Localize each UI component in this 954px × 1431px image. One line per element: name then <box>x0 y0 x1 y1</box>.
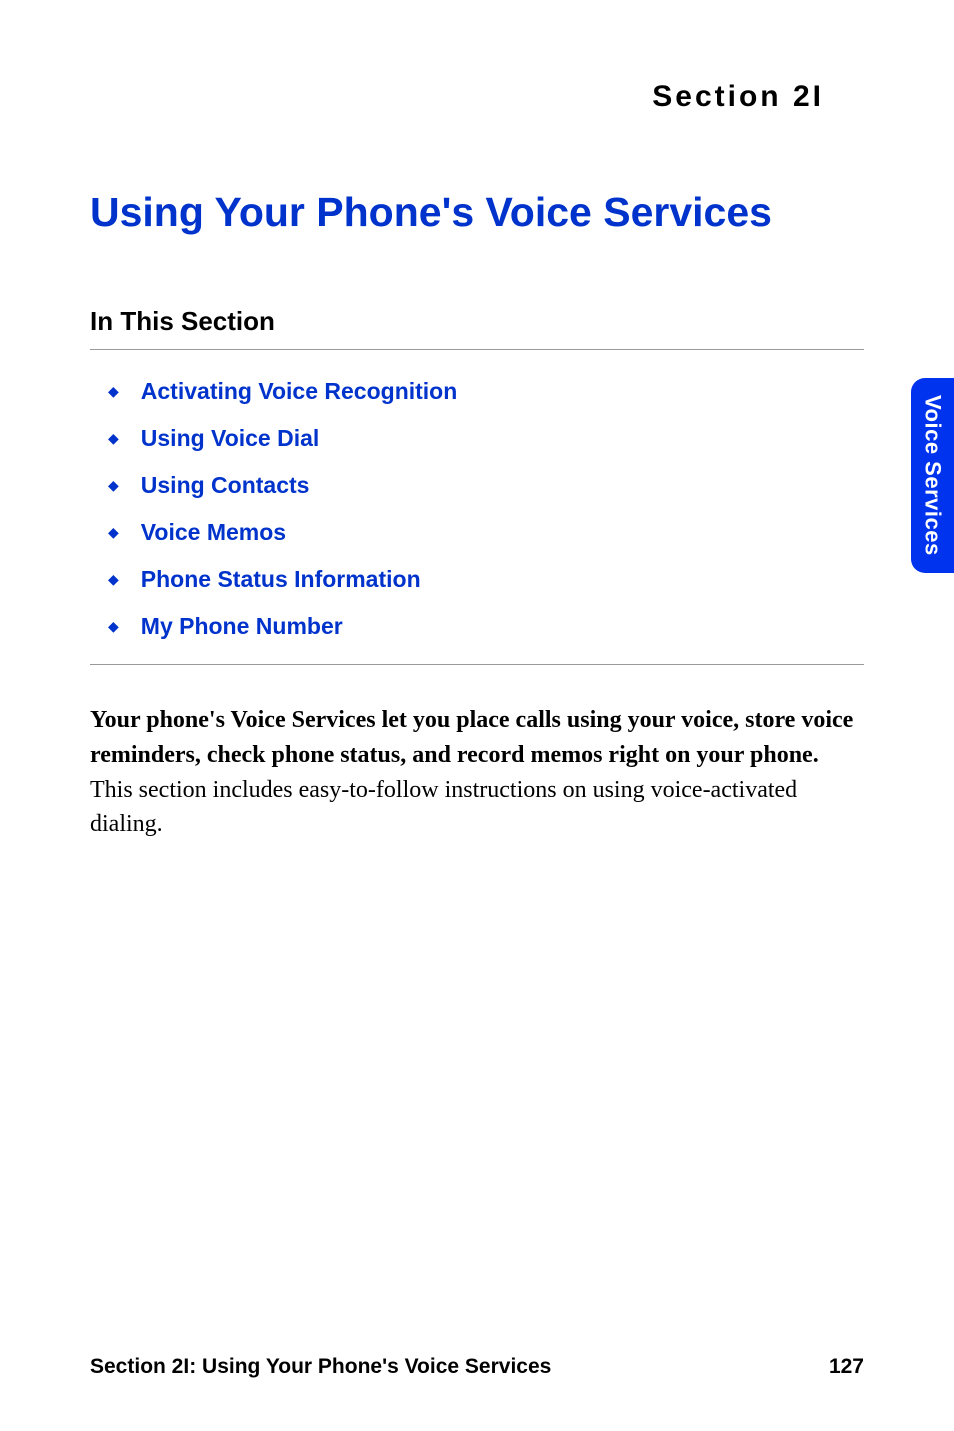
toc-item: ◆ Phone Status Information <box>90 566 864 593</box>
side-tab[interactable]: Voice Services <box>911 378 954 573</box>
page-footer: Section 2I: Using Your Phone's Voice Ser… <box>90 1355 864 1379</box>
diamond-bullet-icon: ◆ <box>108 383 119 400</box>
toc-item: ◆ My Phone Number <box>90 613 864 640</box>
diamond-bullet-icon: ◆ <box>108 477 119 494</box>
section-label: Section 2I <box>90 80 824 114</box>
diamond-bullet-icon: ◆ <box>108 524 119 541</box>
body-paragraph: Your phone's Voice Services let you plac… <box>90 703 864 842</box>
toc-link[interactable]: Using Voice Dial <box>141 425 320 452</box>
body-regular-text: This section includes easy-to-follow ins… <box>90 777 797 838</box>
side-tab-label: Voice Services <box>920 395 946 556</box>
toc-item: ◆ Voice Memos <box>90 519 864 546</box>
toc-link[interactable]: My Phone Number <box>141 613 343 640</box>
subsection-heading: In This Section <box>90 306 864 350</box>
toc-item: ◆ Using Contacts <box>90 472 864 499</box>
toc-link[interactable]: Activating Voice Recognition <box>141 378 458 405</box>
toc-item: ◆ Activating Voice Recognition <box>90 378 864 405</box>
divider <box>90 664 864 665</box>
toc-item: ◆ Using Voice Dial <box>90 425 864 452</box>
toc-link[interactable]: Phone Status Information <box>141 566 421 593</box>
toc-link[interactable]: Using Contacts <box>141 472 310 499</box>
toc-link[interactable]: Voice Memos <box>141 519 286 546</box>
toc-list: ◆ Activating Voice Recognition ◆ Using V… <box>90 378 864 640</box>
footer-section-title: Section 2I: Using Your Phone's Voice Ser… <box>90 1355 551 1379</box>
diamond-bullet-icon: ◆ <box>108 618 119 635</box>
page-number: 127 <box>829 1355 864 1379</box>
body-bold-text: Your phone's Voice Services let you plac… <box>90 707 853 768</box>
page-title: Using Your Phone's Voice Services <box>90 189 864 236</box>
diamond-bullet-icon: ◆ <box>108 571 119 588</box>
diamond-bullet-icon: ◆ <box>108 430 119 447</box>
